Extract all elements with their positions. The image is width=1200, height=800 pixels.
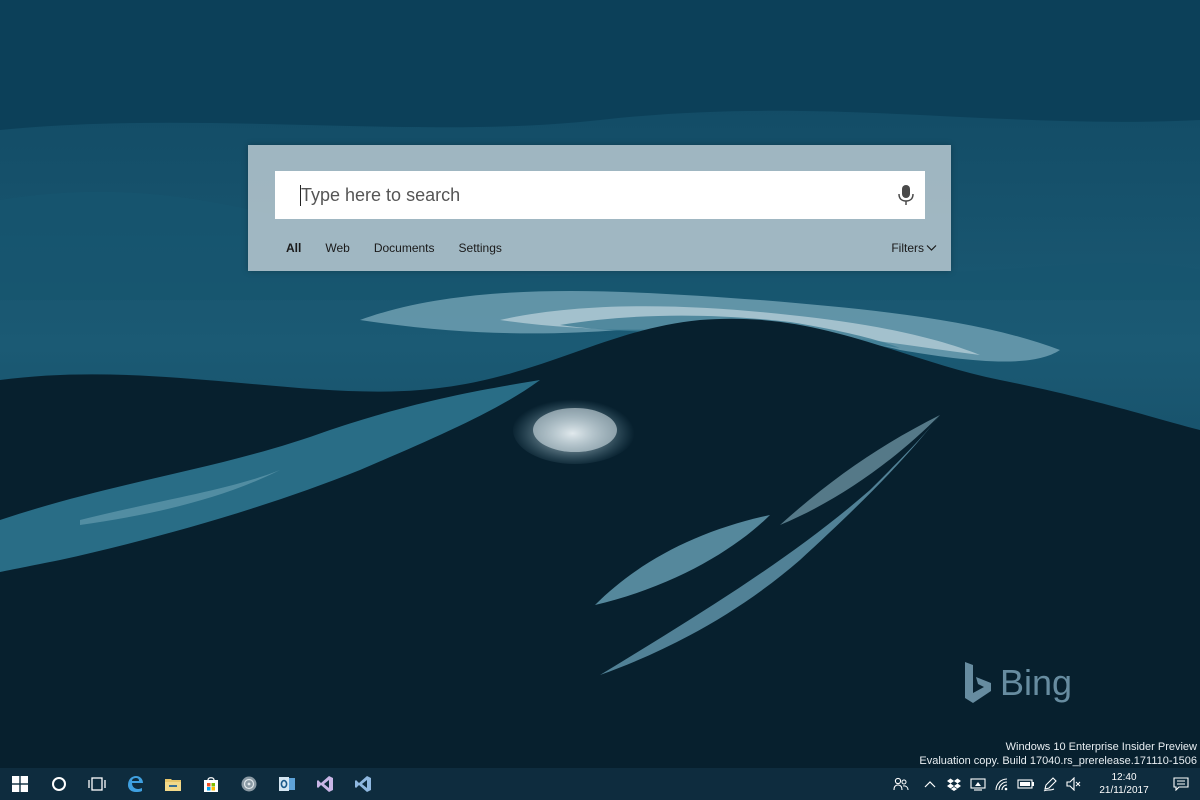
taskbar-app-vscode[interactable] bbox=[344, 768, 382, 800]
tab-documents[interactable]: Documents bbox=[374, 241, 435, 255]
taskbar-app-store[interactable] bbox=[192, 768, 230, 800]
tray-volume[interactable] bbox=[1062, 768, 1086, 800]
bing-b-icon bbox=[965, 662, 991, 703]
show-hidden-icons-button[interactable] bbox=[918, 768, 942, 800]
notification-icon bbox=[1173, 777, 1189, 791]
cortana-circle-icon bbox=[52, 777, 66, 791]
tray-network[interactable] bbox=[990, 768, 1014, 800]
watermark-edition: Windows 10 Enterprise Insider Preview bbox=[1005, 741, 1197, 753]
bing-logo: Bing bbox=[962, 660, 1072, 706]
edge-icon bbox=[128, 776, 143, 792]
dropbox-icon bbox=[947, 778, 961, 791]
watermark-build: Evaluation copy. Build 17040.rs_prerelea… bbox=[919, 755, 1197, 767]
clock-time: 12:40 bbox=[1111, 772, 1137, 783]
store-icon bbox=[204, 777, 218, 792]
chevron-up-icon bbox=[924, 781, 936, 788]
filters-label: Filters bbox=[891, 241, 924, 255]
tray-onedrive[interactable] bbox=[966, 768, 990, 800]
taskbar: 12:40 21/11/2017 bbox=[0, 768, 1200, 800]
file-explorer-icon bbox=[165, 779, 181, 791]
tab-settings[interactable]: Settings bbox=[459, 241, 502, 255]
tray-dropbox[interactable] bbox=[942, 768, 966, 800]
taskbar-app-visual-studio[interactable] bbox=[306, 768, 344, 800]
task-view-icon bbox=[88, 777, 106, 791]
start-button[interactable] bbox=[0, 768, 40, 800]
system-tray: 12:40 21/11/2017 bbox=[884, 768, 1200, 800]
cortana-button[interactable] bbox=[40, 768, 78, 800]
people-button[interactable] bbox=[884, 768, 918, 800]
visual-studio-icon bbox=[317, 776, 333, 792]
battery-icon bbox=[1017, 779, 1034, 789]
volume-muted-icon bbox=[1066, 777, 1081, 791]
taskbar-app-groove[interactable] bbox=[230, 768, 268, 800]
search-filter-tabs: All Web Documents Settings bbox=[286, 241, 526, 255]
task-view-button[interactable] bbox=[78, 768, 116, 800]
taskbar-app-outlook[interactable] bbox=[268, 768, 306, 800]
pen-icon bbox=[1043, 777, 1057, 792]
visual-studio-code-icon bbox=[355, 776, 371, 792]
taskbar-app-file-explorer[interactable] bbox=[154, 768, 192, 800]
groove-music-icon bbox=[241, 776, 257, 792]
search-box[interactable] bbox=[275, 171, 925, 219]
clock-date: 21/11/2017 bbox=[1099, 785, 1149, 796]
microphone-icon[interactable] bbox=[895, 183, 917, 207]
search-panel: All Web Documents Settings Filters bbox=[248, 145, 951, 271]
windows-start-icon bbox=[12, 776, 28, 792]
tab-web[interactable]: Web bbox=[325, 241, 349, 255]
tray-pen-workspace[interactable] bbox=[1038, 768, 1062, 800]
bing-wordmark: Bing bbox=[1000, 662, 1073, 703]
action-center-button[interactable] bbox=[1162, 768, 1200, 800]
taskbar-clock[interactable]: 12:40 21/11/2017 bbox=[1086, 771, 1162, 797]
onedrive-icon bbox=[970, 778, 986, 791]
tab-all[interactable]: All bbox=[286, 241, 301, 255]
people-icon bbox=[893, 777, 909, 791]
taskbar-app-edge[interactable] bbox=[116, 768, 154, 800]
tray-battery[interactable] bbox=[1014, 768, 1038, 800]
search-input[interactable] bbox=[301, 171, 881, 219]
wifi-icon bbox=[995, 778, 1008, 791]
filters-dropdown[interactable]: Filters bbox=[891, 241, 937, 255]
chevron-down-icon bbox=[926, 245, 937, 251]
outlook-icon bbox=[279, 777, 295, 791]
evaluation-watermark: Windows 10 Enterprise Insider Preview Ev… bbox=[919, 740, 1197, 768]
desktop-wallpaper bbox=[0, 0, 1200, 768]
